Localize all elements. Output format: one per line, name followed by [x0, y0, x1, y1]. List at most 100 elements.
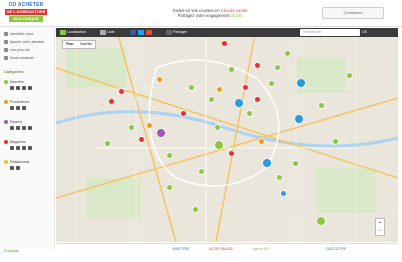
partner-logo-region[interactable]: ILE DE FRANCE — [206, 247, 236, 259]
zoom-in-button[interactable]: + — [376, 219, 384, 227]
footer: MINISTÈRE ILE DE FRANCE Agence BIO CARTO… — [56, 243, 398, 262]
tagline-highlight-2: du Bio — [230, 13, 243, 18]
login-button[interactable]: Connexion — [322, 7, 384, 19]
map-marker[interactable] — [128, 124, 135, 131]
map-marker[interactable] — [258, 138, 265, 145]
twitter-icon[interactable] — [138, 29, 144, 35]
box-icon[interactable] — [10, 126, 14, 130]
truck-icon[interactable] — [22, 126, 26, 130]
map-marker[interactable] — [276, 174, 283, 181]
store-icon[interactable] — [16, 146, 20, 150]
map-marker[interactable] — [228, 66, 235, 73]
map-marker[interactable] — [166, 152, 173, 159]
map[interactable] — [56, 28, 398, 242]
language-selector[interactable]: Français — [4, 249, 19, 253]
map-marker[interactable] — [268, 80, 275, 87]
toolbar-share-label: Partager — [173, 30, 187, 34]
map-marker[interactable] — [332, 138, 339, 145]
map-marker[interactable] — [274, 64, 281, 71]
cart-icon[interactable] — [16, 86, 20, 90]
map-marker[interactable] — [284, 50, 291, 57]
page: OU ACHETER DE L'AGRICULTURE BIOLOGIQUE F… — [0, 0, 402, 262]
logo-line-1: OU ACHETER — [8, 2, 44, 8]
map-marker[interactable] — [246, 110, 253, 117]
list-icon — [100, 29, 106, 35]
zoom-out-button[interactable]: − — [376, 227, 384, 235]
site-logo[interactable]: OU ACHETER DE L'AGRICULTURE BIOLOGIQUE — [3, 2, 49, 24]
map-marker[interactable] — [108, 98, 115, 105]
zoom-control: + − — [375, 218, 385, 236]
map-marker[interactable] — [234, 98, 244, 108]
partner-logo-agence-bio[interactable]: Agence BIO — [246, 247, 276, 259]
map-marker[interactable] — [280, 190, 287, 197]
category-label: Paniers — [10, 120, 23, 124]
sidebar-link-add-address[interactable]: Ajouter votre adresse — [4, 39, 44, 45]
map-marker[interactable] — [156, 76, 163, 83]
map-marker[interactable] — [346, 72, 353, 79]
map-marker[interactable] — [138, 136, 145, 143]
map-marker[interactable] — [118, 88, 125, 95]
map-marker[interactable] — [214, 124, 221, 131]
apple-icon[interactable] — [16, 106, 20, 110]
shop-icon[interactable] — [10, 146, 14, 150]
google-plus-icon[interactable] — [146, 29, 152, 35]
map-marker[interactable] — [262, 158, 272, 168]
bag-icon[interactable] — [16, 126, 20, 130]
category-baskets[interactable]: Paniers — [4, 119, 52, 133]
map-marker[interactable] — [198, 168, 205, 175]
bread-icon[interactable] — [28, 146, 32, 150]
basket-icon[interactable] — [10, 86, 14, 90]
category-dot — [4, 140, 8, 144]
map-marker[interactable] — [180, 110, 187, 117]
sidebar-link-identify[interactable]: Identifiez-vous — [4, 31, 33, 37]
search-button[interactable]: OK — [362, 29, 392, 36]
search-input[interactable]: Rechercher — [300, 29, 360, 36]
partner-logo-ministry[interactable]: MINISTÈRE — [166, 247, 196, 259]
sidebar-link-contact[interactable]: Nous contacter — [4, 55, 34, 61]
car-icon[interactable] — [22, 86, 26, 90]
sidebar-link-pros[interactable]: Les pros bio — [4, 47, 30, 53]
map-marker[interactable] — [216, 86, 223, 93]
map-marker[interactable] — [146, 122, 153, 129]
map-type-plan[interactable]: Plan — [63, 41, 77, 48]
category-markets[interactable]: Marchés — [4, 79, 52, 93]
map-type-satellite[interactable]: Satellite — [77, 41, 96, 48]
home-icon[interactable] — [28, 126, 32, 130]
map-marker[interactable] — [221, 40, 228, 47]
toolbar-list[interactable]: Liste — [100, 29, 115, 36]
toolbar-list-label: Liste — [107, 30, 115, 34]
map-marker[interactable] — [254, 96, 261, 103]
map-marker[interactable] — [254, 62, 261, 69]
category-shops[interactable]: Magasins — [4, 139, 52, 153]
sidebar-link-label: Ajouter votre adresse — [10, 40, 45, 44]
toolbar-locate[interactable]: Localisation — [60, 29, 86, 36]
logo-line-2: DE L'AGRICULTURE — [5, 9, 47, 15]
map-marker[interactable] — [166, 184, 173, 191]
cow-icon[interactable] — [22, 106, 26, 110]
facebook-icon[interactable] — [130, 29, 136, 35]
category-restaurants[interactable]: Restaurants — [4, 159, 52, 173]
farm-icon[interactable] — [28, 86, 32, 90]
category-producers[interactable]: Producteurs — [4, 99, 52, 113]
cup-icon[interactable] — [16, 166, 20, 170]
map-marker[interactable] — [188, 84, 195, 91]
map-marker[interactable] — [192, 206, 199, 213]
tag-icon[interactable] — [22, 146, 26, 150]
map-marker[interactable] — [294, 114, 304, 124]
map-marker[interactable] — [156, 128, 166, 138]
map-marker[interactable] — [242, 84, 249, 91]
fork-knife-icon[interactable] — [10, 166, 14, 170]
map-marker[interactable] — [228, 150, 235, 157]
mail-icon — [4, 56, 8, 61]
map-marker[interactable] — [318, 102, 325, 109]
map-marker[interactable] — [292, 160, 299, 167]
map-marker[interactable] — [208, 96, 215, 103]
partner-logo-cartocope[interactable]: CARTOCOPE — [318, 247, 354, 259]
tractor-icon[interactable] — [10, 106, 14, 110]
map-marker[interactable] — [296, 78, 306, 88]
map-marker[interactable] — [214, 140, 224, 150]
toolbar-share[interactable]: Partager — [166, 29, 187, 36]
map-marker[interactable] — [316, 216, 326, 226]
sidebar-link-label: Nous contacter — [10, 56, 35, 60]
map-marker[interactable] — [104, 140, 111, 147]
